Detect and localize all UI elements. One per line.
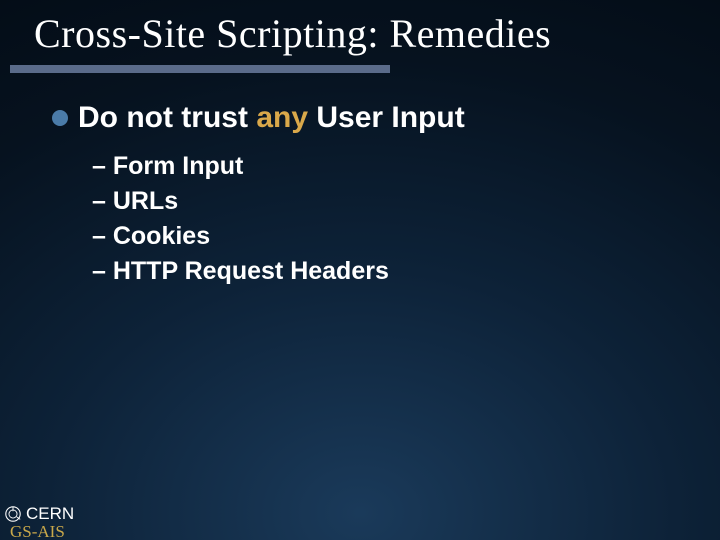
main-bullet: Do not trust any User Input <box>52 101 720 135</box>
footer: CERN GS-AIS <box>4 504 74 540</box>
main-bullet-text: Do not trust any User Input <box>78 101 465 135</box>
footer-org: CERN <box>26 504 74 524</box>
main-suffix: User Input <box>308 101 465 134</box>
bullet-icon <box>52 110 68 126</box>
title-underline <box>10 65 390 73</box>
footer-top-row: CERN <box>4 504 74 524</box>
slide-title: Cross-Site Scripting: Remedies <box>0 0 720 65</box>
slide-content: Do not trust any User Input – Form Input… <box>0 73 720 289</box>
main-emphasis: any <box>256 101 308 134</box>
list-item: – URLs <box>92 184 720 219</box>
footer-dept: GS-AIS <box>4 522 74 540</box>
sub-bullet-list: – Form Input – URLs – Cookies – HTTP Req… <box>52 149 720 289</box>
list-item: – Form Input <box>92 149 720 184</box>
main-prefix: Do not trust <box>78 101 256 134</box>
list-item: – HTTP Request Headers <box>92 254 720 289</box>
cern-logo-icon <box>4 505 22 523</box>
list-item: – Cookies <box>92 219 720 254</box>
